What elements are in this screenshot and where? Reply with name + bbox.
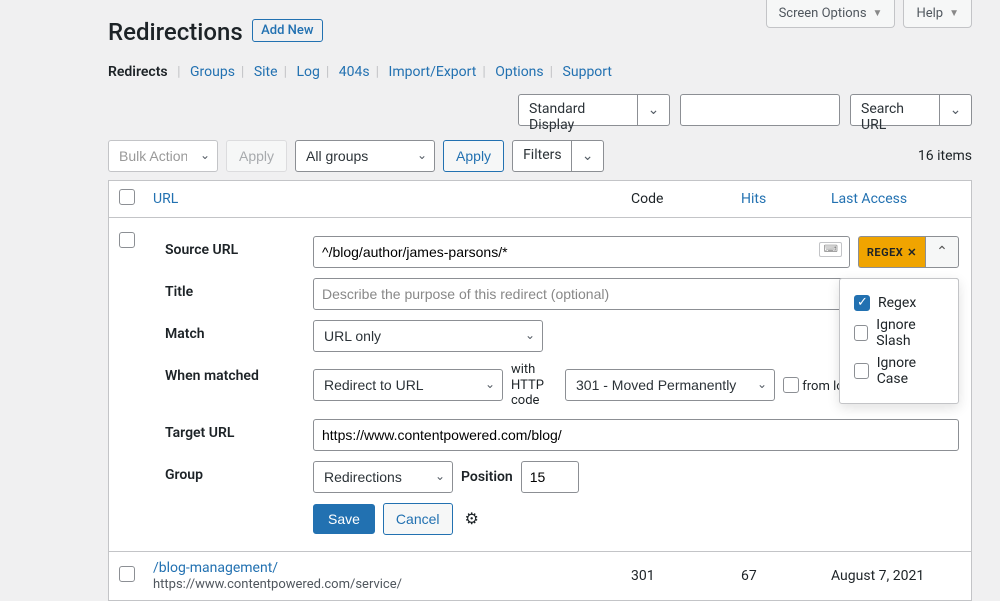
nav-tabs: Redirects | Groups| Site| Log| 404s| Imp… — [108, 64, 972, 80]
when-matched-label: When matched — [165, 362, 313, 384]
close-icon: ✕ — [907, 246, 917, 259]
source-url-label: Source URL — [165, 236, 313, 258]
http-code-select[interactable]: 301 - Moved Permanently ⌄ — [565, 369, 775, 401]
row-hits: 67 — [741, 568, 831, 584]
chevron-down-icon[interactable]: ⌄ — [572, 140, 604, 172]
position-input[interactable] — [521, 461, 579, 493]
add-new-button[interactable]: Add New — [252, 19, 322, 42]
nav-log[interactable]: Log — [296, 64, 319, 80]
with-http-code-label: with HTTP code — [511, 362, 557, 409]
row-checkbox[interactable] — [119, 566, 135, 582]
title-label: Title — [165, 278, 313, 300]
table-row: /blog-management/ https://www.contentpow… — [109, 552, 971, 600]
group-select[interactable]: Redirections ⌄ — [313, 461, 453, 493]
filters-button[interactable]: Filters ⌄ — [512, 140, 604, 172]
target-url-label: Target URL — [165, 419, 313, 441]
chevron-up-icon: ⌃ — [936, 244, 948, 260]
gear-icon[interactable]: ⚙ — [465, 509, 479, 528]
opt-ignore-slash-checkbox[interactable] — [854, 325, 868, 341]
chevron-down-icon[interactable]: ⌄ — [940, 94, 972, 126]
filters-label: Filters — [512, 140, 572, 172]
caret-down-icon: ▼ — [949, 8, 959, 19]
display-mode-select[interactable]: Standard Display ⌄ — [518, 94, 670, 126]
help-label: Help — [916, 6, 943, 21]
bulk-apply-button[interactable]: Apply — [226, 140, 287, 172]
nav-redirects[interactable]: Redirects — [108, 64, 168, 80]
search-input[interactable] — [680, 94, 840, 126]
col-code: Code — [631, 191, 663, 207]
edit-row-checkbox[interactable] — [119, 232, 135, 248]
item-count: 16 items — [918, 148, 972, 164]
screen-options-tab[interactable]: Screen Options ▼ — [766, 0, 896, 28]
nav-site[interactable]: Site — [254, 64, 278, 80]
screen-options-label: Screen Options — [779, 6, 867, 21]
when-matched-select[interactable]: Redirect to URL ⌄ — [313, 369, 503, 401]
nav-import-export[interactable]: Import/Export — [389, 64, 477, 80]
search-url-label: Search URL — [850, 94, 940, 126]
position-label: Position — [461, 469, 513, 485]
page-title: Redirections — [108, 0, 243, 46]
col-hits[interactable]: Hits — [741, 191, 766, 207]
regex-badge[interactable]: Regex✕ — [858, 236, 925, 268]
group-apply-button[interactable]: Apply — [443, 140, 504, 172]
match-label: Match — [165, 320, 313, 342]
edit-row: Source URL ⌨ Regex✕ ⌃ Regex Ignore Slash — [109, 218, 971, 552]
nav-groups[interactable]: Groups — [190, 64, 235, 80]
row-target-url: https://www.contentpowered.com/service/ — [153, 577, 402, 592]
group-filter-select[interactable]: All groups ⌄ — [295, 140, 435, 172]
target-url-input[interactable] — [313, 419, 959, 451]
col-url[interactable]: URL — [153, 191, 178, 207]
source-flags-dropdown[interactable]: ⌃ — [925, 236, 959, 268]
opt-regex-checkbox[interactable] — [854, 295, 870, 311]
display-mode-value: Standard Display — [518, 94, 638, 126]
flags-popover: Regex Ignore Slash Ignore Case — [839, 278, 959, 404]
cancel-button[interactable]: Cancel — [383, 503, 453, 535]
bulk-actions-select[interactable]: Bulk Actions ⌄ — [108, 140, 218, 172]
match-select[interactable]: URL only ⌄ — [313, 320, 543, 352]
nav-404s[interactable]: 404s — [339, 64, 370, 80]
opt-ignore-case-checkbox[interactable] — [854, 363, 869, 379]
col-last[interactable]: Last Access — [831, 191, 907, 207]
redirects-table: URL Code Hits Last Access Source URL ⌨ R… — [108, 180, 972, 601]
chevron-down-icon[interactable]: ⌄ — [638, 94, 670, 126]
group-label: Group — [165, 461, 313, 483]
caret-down-icon: ▼ — [873, 8, 883, 19]
row-last-access: August 7, 2021 — [831, 568, 961, 584]
search-url-button[interactable]: Search URL ⌄ — [850, 94, 972, 126]
row-code: 301 — [631, 568, 741, 584]
row-source-url[interactable]: /blog-management/ — [153, 560, 278, 576]
nav-options[interactable]: Options — [495, 64, 543, 80]
nav-support[interactable]: Support — [563, 64, 612, 80]
keyboard-icon: ⌨ — [819, 242, 841, 257]
source-url-input[interactable] — [313, 236, 850, 268]
save-button[interactable]: Save — [313, 504, 375, 534]
help-tab[interactable]: Help ▼ — [903, 0, 972, 28]
exclude-from-logs-checkbox[interactable] — [783, 377, 799, 393]
select-all-checkbox[interactable] — [119, 189, 135, 205]
